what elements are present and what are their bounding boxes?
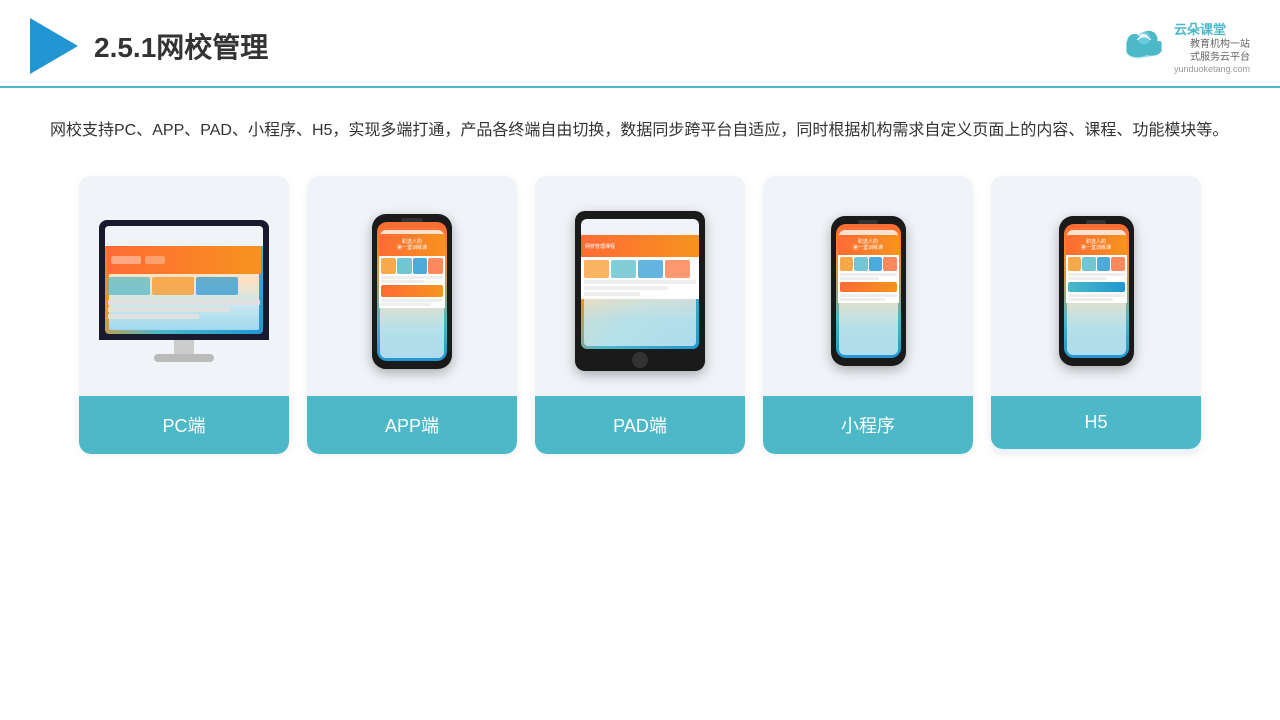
card-app: 职选人的第一堂训练课 xyxy=(307,176,517,454)
brand-text: 云朵课堂 教育机构一站 式服务云平台 yunduoketang.com xyxy=(1174,19,1250,74)
monitor-base xyxy=(154,354,214,362)
page-title: 2.5.1网校管理 xyxy=(94,26,268,66)
phone-mockup-app: 职选人的第一堂训练课 xyxy=(372,214,452,369)
brand-name: 云朵课堂 xyxy=(1174,19,1250,38)
monitor-display xyxy=(105,226,263,334)
header-left: 2.5.1网校管理 xyxy=(30,18,268,74)
card-pad: 网校管理课程 xyxy=(535,176,745,454)
card-app-label: APP端 xyxy=(307,396,517,454)
header-right: 云朵课堂 教育机构一站 式服务云平台 yunduoketang.com xyxy=(1120,19,1250,74)
brand-tagline: 教育机构一站 式服务云平台 xyxy=(1174,38,1250,64)
card-pad-image: 网校管理课程 xyxy=(535,176,745,396)
screen-content-pc xyxy=(105,226,263,334)
phone-screen-h5: 职选人的第一堂训练课 xyxy=(1064,224,1129,358)
cloud-icon xyxy=(1120,30,1168,62)
card-miniprogram: 职选人的第一堂训练课 xyxy=(763,176,973,454)
monitor-neck xyxy=(174,340,194,354)
header: 2.5.1网校管理 云朵课堂 xyxy=(0,0,1280,88)
card-h5: 职选人的第一堂训练课 xyxy=(991,176,1201,454)
pad-mockup: 网校管理课程 xyxy=(575,211,705,371)
card-h5-image: 职选人的第一堂训练课 xyxy=(991,176,1201,396)
card-pad-label: PAD端 xyxy=(535,396,745,454)
monitor-screen xyxy=(99,220,269,340)
cards-container: PC端 职选人的第一堂训练课 xyxy=(50,176,1230,454)
phone-mockup-h5: 职选人的第一堂训练课 xyxy=(1059,216,1134,366)
card-h5-label: H5 xyxy=(991,396,1201,449)
logo-icon xyxy=(30,18,78,74)
monitor-mockup xyxy=(99,220,269,362)
brand-logo: 云朵课堂 教育机构一站 式服务云平台 yunduoketang.com xyxy=(1120,19,1250,74)
pad-screen: 网校管理课程 xyxy=(581,219,699,349)
card-pc: PC端 xyxy=(79,176,289,454)
phone-body-app: 职选人的第一堂训练课 xyxy=(372,214,452,369)
card-pc-label: PC端 xyxy=(79,396,289,454)
main-content: 网校支持PC、APP、PAD、小程序、H5，实现多端打通，产品各终端自由切换，数… xyxy=(0,88,1280,474)
card-app-image: 职选人的第一堂训练课 xyxy=(307,176,517,396)
phone-screen-mini: 职选人的第一堂训练课 xyxy=(836,224,901,358)
card-miniprogram-image: 职选人的第一堂训练课 xyxy=(763,176,973,396)
card-pc-image xyxy=(79,176,289,396)
description-text: 网校支持PC、APP、PAD、小程序、H5，实现多端打通，产品各终端自由切换，数… xyxy=(50,116,1230,146)
pad-body: 网校管理课程 xyxy=(575,211,705,371)
brand-url: yunduoketang.com xyxy=(1174,64,1250,74)
card-miniprogram-label: 小程序 xyxy=(763,396,973,454)
phone-screen-app: 职选人的第一堂训练课 xyxy=(377,222,447,361)
phone-mockup-mini: 职选人的第一堂训练课 xyxy=(831,216,906,366)
phone-body-h5: 职选人的第一堂训练课 xyxy=(1059,216,1134,366)
phone-body-mini: 职选人的第一堂训练课 xyxy=(831,216,906,366)
